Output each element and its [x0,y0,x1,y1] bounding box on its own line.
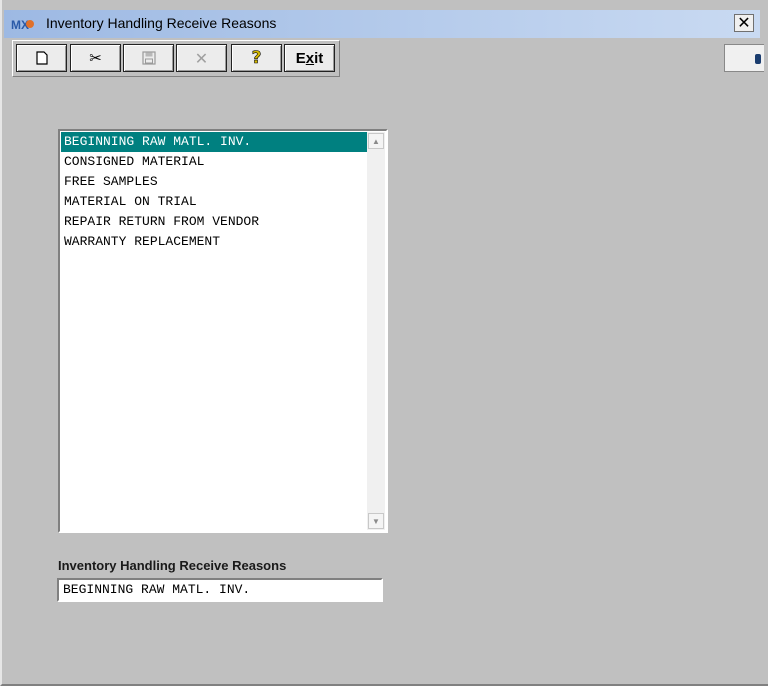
triangle-down-icon: ▼ [372,516,380,526]
help-button[interactable]: ? [231,44,282,72]
close-icon: ✕ [737,13,751,32]
main-window: MX Inventory Handling Receive Reasons ✕ … [0,0,768,686]
list-item[interactable]: REPAIR RETURN FROM VENDOR [61,212,367,232]
list-item[interactable]: MATERIAL ON TRIAL [61,192,367,212]
list-item[interactable]: CONSIGNED MATERIAL [61,152,367,172]
list-item[interactable]: BEGINNING RAW MATL. INV. [61,132,367,152]
save-button[interactable] [123,44,174,72]
side-panel-button[interactable] [724,44,764,72]
question-mark-icon: ? [251,48,262,69]
x-icon: ✕ [194,48,209,68]
new-button[interactable] [16,44,67,72]
triangle-up-icon: ▲ [372,136,380,146]
floppy-disk-icon [141,51,156,65]
delete-button[interactable]: ✕ [176,44,227,72]
reasons-list: BEGINNING RAW MATL. INV. CONSIGNED MATERI… [61,132,367,530]
scroll-up-button[interactable]: ▲ [368,133,384,149]
window-title: Inventory Handling Receive Reasons [46,15,277,31]
scroll-down-button[interactable]: ▼ [368,513,384,529]
exit-button[interactable]: Exit [284,44,335,72]
new-document-icon [35,51,48,65]
close-button[interactable]: ✕ [734,14,754,32]
list-item[interactable]: FREE SAMPLES [61,172,367,192]
reason-field-label: Inventory Handling Receive Reasons [58,558,287,573]
list-item[interactable]: WARRANTY REPLACEMENT [61,232,367,252]
title-bar[interactable]: MX Inventory Handling Receive Reasons ✕ [4,10,760,38]
pin-icon [755,54,761,64]
reason-input[interactable]: BEGINNING RAW MATL. INV. [57,578,383,602]
vertical-scrollbar[interactable]: ▲ ▼ [367,132,385,530]
reasons-listbox[interactable]: BEGINNING RAW MATL. INV. CONSIGNED MATERI… [58,129,388,533]
exit-label: Exit [295,49,324,67]
scissors-icon: ✂ [89,49,102,67]
cut-button[interactable]: ✂ [70,44,121,72]
toolbar: ✂ ✕ ? Exit [12,40,340,77]
app-logo-icon: MX [11,15,35,33]
